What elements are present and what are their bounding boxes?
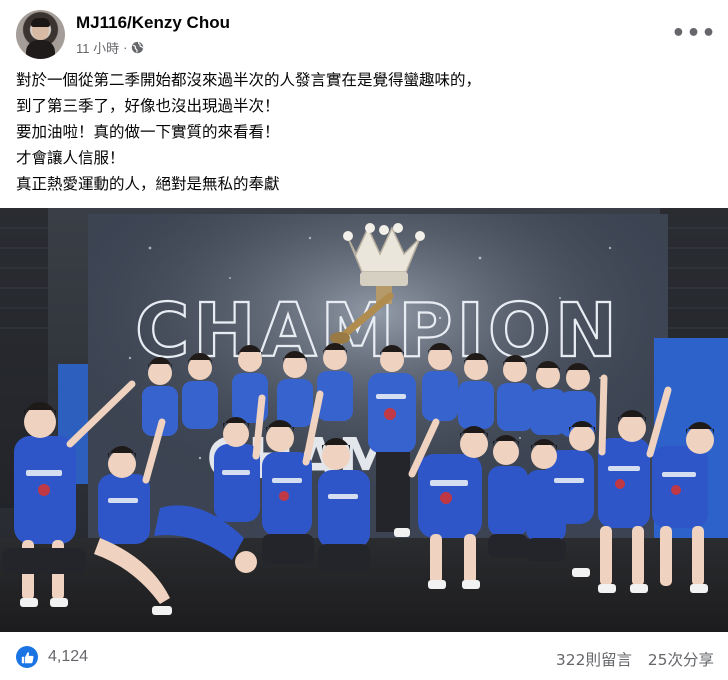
post-text-line: 要加油啦！真的做一下實質的來看看！ (16, 123, 280, 141)
post-timestamp[interactable]: 11 小時 (76, 38, 119, 57)
more-options-button[interactable]: ••• (671, 16, 715, 52)
comments-count[interactable]: 322則留言 (556, 648, 632, 670)
post-text-line: 到了第三季了，好像也沒出現過半次！ (16, 97, 280, 115)
more-options-icon: ••• (671, 21, 717, 46)
thumbs-up-glyph (21, 651, 34, 663)
post-text-line: 才會讓人信服！ (16, 149, 125, 167)
post-footer: 4,124 322則留言 25次分享 (0, 640, 728, 680)
globe-icon (132, 41, 144, 54)
post-header: MJ116/Kenzy Chou 11 小時 · ••• (16, 10, 716, 64)
shares-count[interactable]: 25次分享 (648, 648, 714, 670)
meta-separator: · (123, 40, 128, 55)
thumbs-up-icon[interactable] (16, 646, 38, 668)
post-meta: 11 小時 · (76, 38, 144, 57)
post-text-line: 真正熱愛運動的人，絕對是無私的奉獻 (16, 175, 280, 193)
avatar[interactable] (16, 10, 65, 59)
post-text: 對於一個從第二季開始都沒來過半次的人發言實在是覺得蠻趣味的， 到了第三季了，好像… (16, 67, 712, 197)
post-photo[interactable]: CHAMPION CHAM (0, 208, 728, 632)
team-trophy-photo: CHAMPION CHAM (0, 208, 728, 632)
post-text-line: 對於一個從第二季開始都沒來過半次的人發言實在是覺得蠻趣味的， (16, 71, 482, 89)
like-count[interactable]: 4,124 (48, 648, 88, 666)
facebook-post: MJ116/Kenzy Chou 11 小時 · ••• 對於一個從第二季開始都… (0, 0, 728, 680)
author-name[interactable]: MJ116/Kenzy Chou (76, 13, 230, 33)
